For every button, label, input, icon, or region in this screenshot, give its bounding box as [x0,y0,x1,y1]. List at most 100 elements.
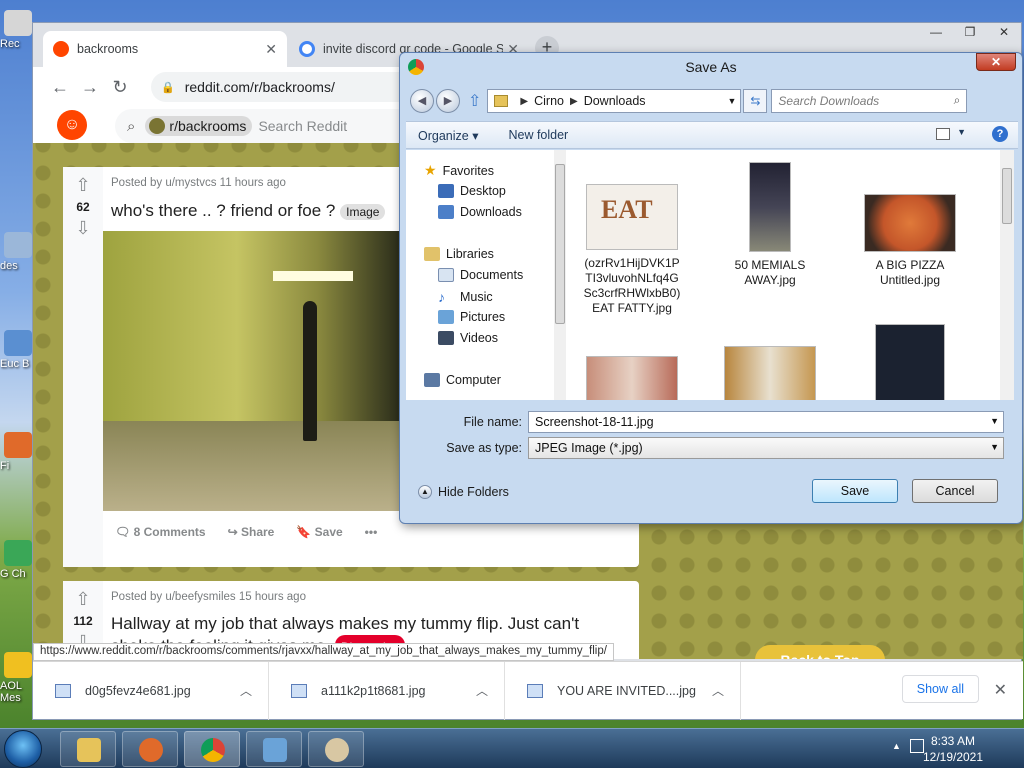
taskbar-explorer[interactable] [60,731,116,767]
hide-folders-toggle[interactable]: ▲ Hide Folders [418,485,509,499]
save-post-button[interactable]: 🔖 Save [296,525,342,539]
file-item[interactable] [572,356,692,400]
dialog-close-button[interactable]: ✕ [976,53,1016,71]
nav-item-libraries[interactable]: Libraries [424,247,494,261]
back-button[interactable]: ← [45,77,75,98]
nav-pane-scrollbar[interactable] [554,150,566,400]
chevron-up-icon[interactable]: ︿ [712,682,724,699]
download-item[interactable]: a111k2p1t8681.jpg ︿ [269,661,505,720]
chevron-up-icon[interactable]: ︿ [240,682,252,699]
desktop-icon-recycle-bin[interactable]: Rec [0,10,34,50]
taskbar-paint[interactable] [308,731,364,767]
path-segment[interactable]: Cirno [534,94,564,108]
save-button[interactable]: Save [812,479,898,503]
search-downloads-input[interactable]: Search Downloads ⌕ [771,89,968,113]
chevron-down-icon[interactable]: ▼ [990,416,999,426]
nav-item-videos[interactable]: Videos [438,331,498,345]
refresh-icon[interactable]: ⇆ [743,89,768,113]
bookmark-icon: 🔖 [296,525,315,539]
upvote-icon[interactable]: ⇧ [63,589,103,610]
nav-item-label: Videos [460,331,498,345]
file-name-label: File name: [463,415,522,429]
download-item[interactable]: d0g5fevz4e681.jpg ︿ [33,661,269,720]
nav-item-documents[interactable]: Documents [438,268,523,282]
scrollbar-thumb[interactable] [1002,168,1012,224]
thumbnail-art: EAT [601,195,653,224]
save-type-select[interactable]: JPEG Image (*.jpg) ▼ [528,437,1004,459]
upvote-icon[interactable]: ⇧ [63,175,103,196]
star-icon: ★ [424,162,437,178]
up-folder-icon[interactable]: ⇧ [468,91,481,111]
desktop-icon-chrome[interactable]: G Ch [0,540,34,580]
path-segment[interactable]: Downloads [584,94,646,108]
new-folder-button[interactable]: New folder [508,128,568,142]
file-name: Untitled.jpg [879,273,941,287]
music-icon: ♪ [438,289,445,305]
file-item[interactable] [850,324,970,400]
desktop-icon-des[interactable]: des [0,232,34,272]
desktop-icon-label: Rec [0,38,20,50]
search-icon: ⌕ [127,117,136,135]
image-file-icon [55,683,71,698]
recycle-bin-icon [4,10,32,36]
clock[interactable]: 8:33 AM 12/19/2021 [918,733,988,765]
desktop-icon-firefox[interactable]: Fi [0,432,34,472]
chevron-down-icon[interactable]: ▼ [957,127,966,137]
nav-item-downloads[interactable]: Downloads [438,205,522,219]
reload-button[interactable]: ↻ [105,77,135,98]
file-name-input[interactable]: Screenshot-18-11.jpg ▼ [528,411,1004,433]
scrollbar-thumb[interactable] [555,164,565,324]
file-name-row: File name: Screenshot-18-11.jpg ▼ [410,411,1010,433]
file-list-scrollbar[interactable] [1000,150,1014,400]
close-window-button[interactable]: ✕ [987,23,1021,43]
file-item[interactable]: EAT (ozrRv1HijDVK1P TI3vluvohNLfq4G Sc3c… [572,184,692,316]
chrome-icon [201,738,225,762]
download-item[interactable]: YOU ARE INVITED....jpg ︿ [505,661,741,720]
subreddit-chip[interactable]: r/backrooms [145,116,253,136]
nav-item-favorites[interactable]: ★ Favorites [424,162,494,179]
desktop-icon-aol[interactable]: AOL Mes [0,652,34,704]
close-tab-icon[interactable]: ✕ [265,41,277,58]
back-to-top-button[interactable]: Back to Top [755,645,885,659]
chevron-down-icon[interactable]: ▼ [727,96,736,106]
taskbar-firefox[interactable] [122,731,178,767]
chevron-down-icon[interactable]: ▼ [990,442,999,452]
nav-item-pictures[interactable]: Pictures [438,310,505,324]
forward-arrow-icon[interactable]: ▶ [436,89,460,113]
nav-item-desktop[interactable]: Desktop [438,184,506,198]
share-button[interactable]: ↪ Share [228,525,275,539]
nav-item-computer[interactable]: Computer [424,373,501,387]
forward-button[interactable]: → [75,77,105,98]
comments-button[interactable]: 🗨 8 Comments [115,525,206,539]
desktop-icon-euc[interactable]: Euc B [0,330,34,370]
file-item[interactable] [710,346,830,400]
file-list: EAT (ozrRv1HijDVK1P TI3vluvohNLfq4G Sc3c… [566,150,1012,400]
taskbar-chrome[interactable] [184,731,240,767]
chevron-up-icon[interactable]: ︿ [476,682,488,699]
more-options-button[interactable]: ••• [365,525,378,539]
subreddit-icon [149,118,166,134]
minimize-button[interactable]: — [919,23,953,43]
taskbar-photo-viewer[interactable] [246,731,302,767]
close-downloads-bar-icon[interactable]: ✕ [994,680,1007,700]
downvote-icon[interactable]: ⇩ [63,218,103,239]
show-all-downloads-button[interactable]: Show all [901,675,979,703]
tab-backrooms[interactable]: backrooms ✕ [43,31,287,67]
show-hidden-icons[interactable]: ▲ [892,741,901,751]
maximize-button[interactable]: ❐ [953,23,987,43]
back-arrow-icon[interactable]: ◀ [410,89,434,113]
view-options-icon[interactable] [936,128,950,140]
file-item[interactable]: A BIG PIZZA Untitled.jpg [850,194,970,288]
organize-menu[interactable]: Organize ▾ [418,128,478,143]
help-icon[interactable]: ? [992,126,1008,142]
file-item[interactable]: 50 MEMIALS AWAY.jpg [710,162,830,288]
folder-path-box[interactable]: ▶ Cirno ▶ Downloads ▼ [487,89,742,113]
reddit-logo-icon[interactable]: ☺ [57,110,87,140]
file-name: TI3vluvohNLfq4G [585,271,679,285]
post-flair[interactable]: Image [340,203,386,220]
start-button[interactable] [4,730,42,768]
reddit-search[interactable]: ⌕ r/backrooms Search Reddit [115,109,415,143]
post-title[interactable]: who's there .. ? friend or foe ? Image [111,201,386,221]
nav-item-music[interactable]: ♪ Music [438,289,493,305]
cancel-button[interactable]: Cancel [912,479,998,503]
